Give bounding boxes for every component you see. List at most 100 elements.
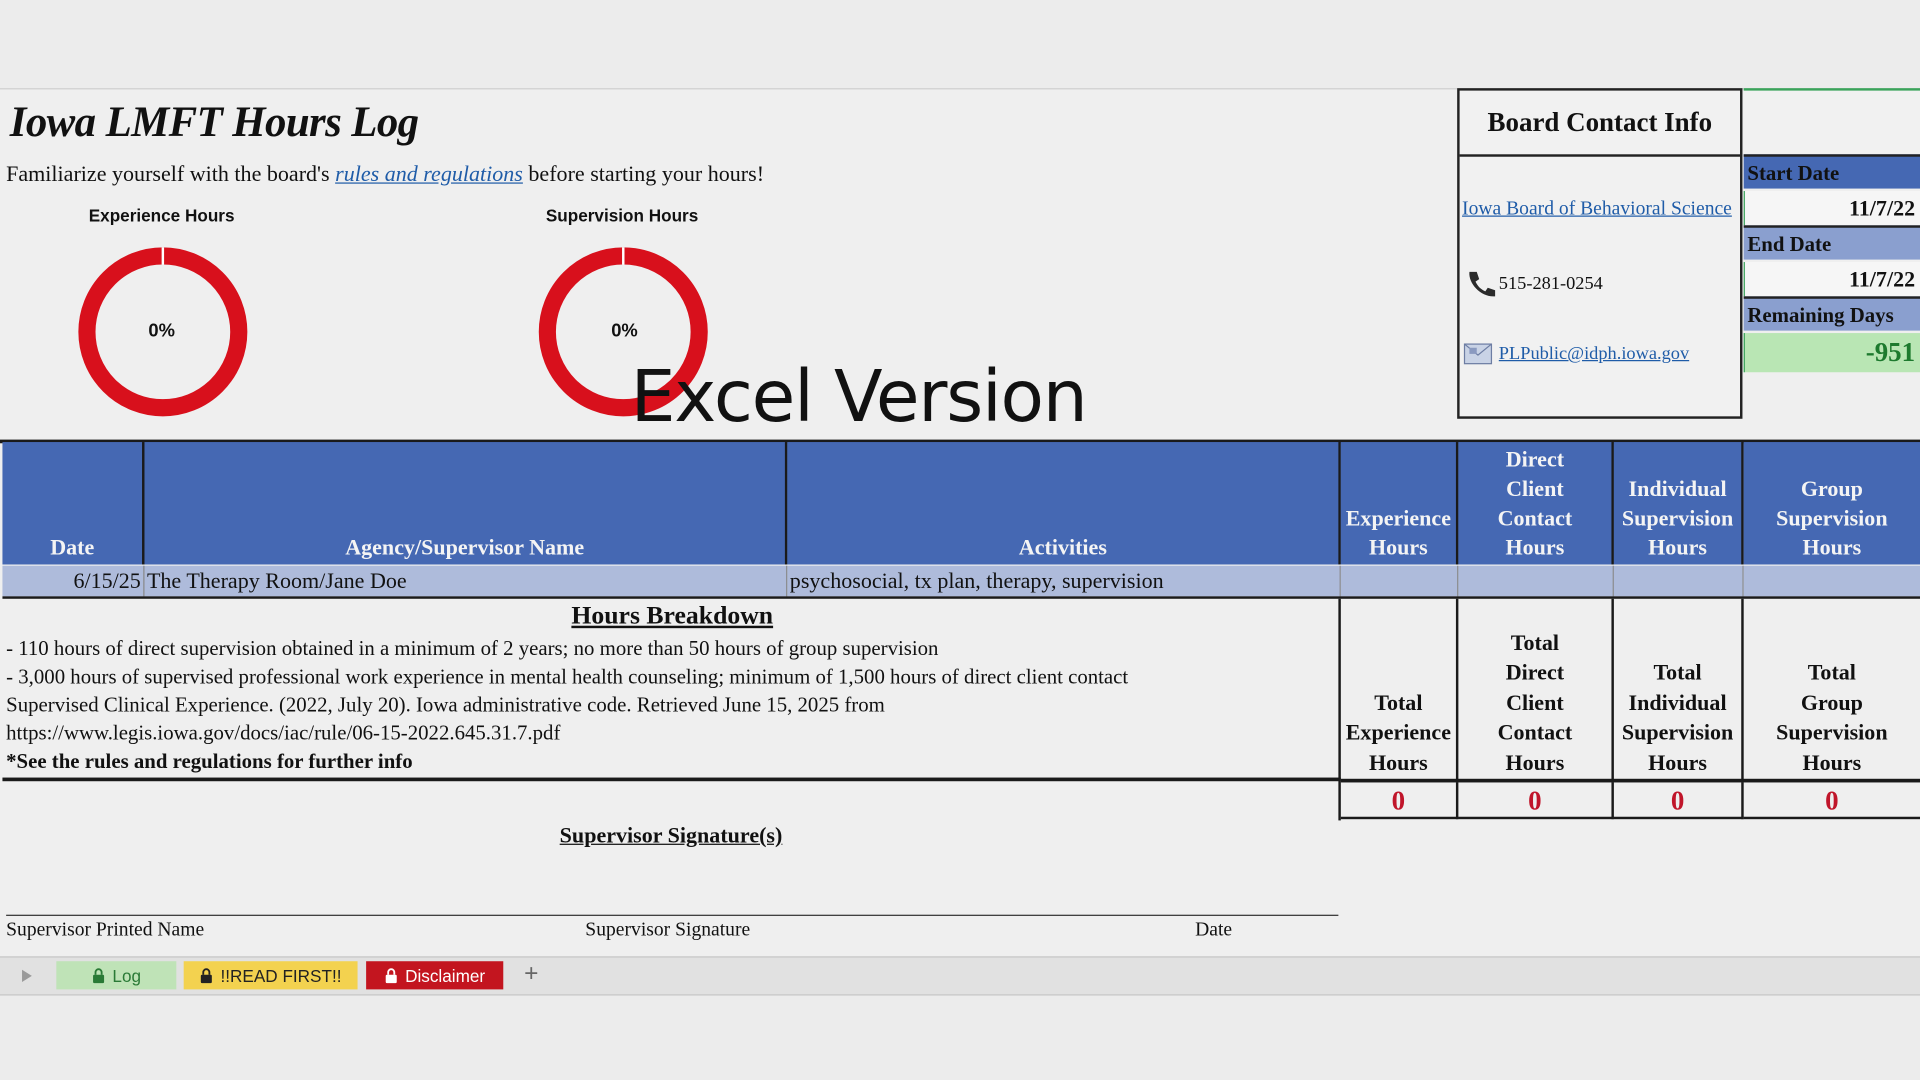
email-icon xyxy=(1463,343,1493,365)
total-group-line: Supervision xyxy=(1776,720,1888,745)
col-header-group-line: Supervision xyxy=(1776,505,1888,531)
col-header-individual-line: Supervision xyxy=(1621,505,1734,531)
supervision-gauge-label: Supervision Hours xyxy=(545,205,699,226)
row-activities-cell[interactable]: psychosocial, tx plan, therapy, supervis… xyxy=(787,565,1341,597)
remaining-days-value: -951 xyxy=(1743,333,1920,373)
col-header-date-text: Date xyxy=(50,535,95,560)
lock-icon xyxy=(92,968,104,984)
total-experience-value: 0 xyxy=(1340,782,1459,820)
start-date-value[interactable]: 11/7/22 xyxy=(1743,191,1920,226)
total-direct-line: Total xyxy=(1510,630,1559,655)
breakdown-line: Supervised Clinical Experience. (2022, J… xyxy=(6,693,885,717)
total-experience-line: Experience xyxy=(1345,720,1452,745)
lock-icon xyxy=(200,968,212,984)
sheet-tab-read-first-label: !!READ FIRST!! xyxy=(220,965,342,986)
add-sheet-button[interactable]: + xyxy=(524,960,538,988)
col-header-experience[interactable]: Experience Hours xyxy=(1340,442,1459,565)
breakdown-line: https://www.legis.iowa.gov/docs/iac/rule… xyxy=(6,721,561,745)
col-header-activities-text: Activities xyxy=(1018,535,1107,560)
total-group-line: Hours xyxy=(1802,750,1862,775)
sheet-tab-disclaimer[interactable]: Disclaimer xyxy=(366,961,504,990)
row-individual-cell[interactable] xyxy=(1613,565,1744,597)
email-link[interactable]: PLPublic@idph.iowa.gov xyxy=(1499,344,1689,365)
col-header-direct-line: Client xyxy=(1506,476,1564,501)
date-panel-top xyxy=(1743,88,1920,155)
total-group-value: 0 xyxy=(1743,782,1920,820)
rules-link[interactable]: rules and regulations xyxy=(335,162,523,186)
total-direct-line: Hours xyxy=(1505,750,1565,775)
sheet-tab-read-first[interactable]: !!READ FIRST!! xyxy=(183,961,358,990)
total-experience-header: Total Experience Hours xyxy=(1341,598,1459,781)
sheet-tab-bar: Log !!READ FIRST!! Disclaimer + xyxy=(0,956,1920,996)
total-direct-line: Client xyxy=(1506,690,1564,715)
end-date-value[interactable]: 11/7/22 xyxy=(1743,262,1920,297)
hours-breakdown-title: Hours Breakdown xyxy=(571,600,774,630)
supervisor-signature-label: Supervisor Signature xyxy=(585,919,751,941)
row-direct-cell[interactable] xyxy=(1458,565,1614,597)
col-header-group-line: Group xyxy=(1800,476,1863,501)
total-direct-header: Total Direct Client Contact Hours xyxy=(1458,598,1614,781)
scroll-right-icon[interactable] xyxy=(20,969,35,984)
board-contact-box: Board Contact Info Iowa Board of Behavio… xyxy=(1457,88,1743,419)
total-individual-header: Total Individual Supervision Hours xyxy=(1614,598,1744,781)
col-header-direct-line: Direct xyxy=(1505,446,1565,472)
start-date-label: Start Date xyxy=(1743,154,1920,189)
col-header-experience-line: Hours xyxy=(1368,535,1428,560)
end-date-label: End Date xyxy=(1743,225,1920,260)
col-header-direct-line: Hours xyxy=(1505,535,1565,560)
total-direct-line: Contact xyxy=(1497,720,1573,745)
total-individual-line: Supervision xyxy=(1621,720,1734,745)
signature-line xyxy=(6,914,1339,916)
total-individual-line: Total xyxy=(1653,660,1702,685)
col-header-experience-line: Experience xyxy=(1345,505,1452,531)
total-experience-line: Hours xyxy=(1368,750,1428,775)
breakdown-line: - 3,000 hours of supervised professional… xyxy=(6,664,1129,689)
supervision-gauge-percent: 0% xyxy=(611,320,638,342)
phone-icon xyxy=(1469,271,1496,297)
spreadsheet-window: Iowa LMFT Hours Log Familiarize yourself… xyxy=(0,0,1920,1080)
col-header-direct-line: Contact xyxy=(1497,505,1573,531)
signature-date-label: Date xyxy=(1195,919,1233,941)
breakdown-bottom-border xyxy=(2,777,1341,782)
total-individual-value: 0 xyxy=(1613,782,1744,820)
total-individual-line: Individual xyxy=(1628,690,1727,715)
breakdown-note: *See the rules and regulations for furth… xyxy=(6,749,413,773)
col-header-group[interactable]: Group Supervision Hours xyxy=(1743,442,1920,565)
total-group-header: Total Group Supervision Hours xyxy=(1744,599,1920,780)
sheet-tab-disclaimer-label: Disclaimer xyxy=(405,965,486,986)
col-header-agency-text: Agency/Supervisor Name xyxy=(345,535,585,560)
lock-icon xyxy=(385,968,397,984)
remaining-days-label: Remaining Days xyxy=(1743,296,1920,331)
subtitle-text-before: Familiarize yourself with the board's xyxy=(6,161,330,187)
supervisor-printed-name-label: Supervisor Printed Name xyxy=(6,919,205,941)
total-group-line: Group xyxy=(1800,690,1863,715)
page-title: Iowa LMFT Hours Log xyxy=(9,97,419,146)
total-group-line: Total xyxy=(1807,660,1856,685)
experience-gauge-percent: 0% xyxy=(148,320,175,342)
total-direct-value: 0 xyxy=(1458,782,1614,820)
row-date-cell[interactable]: 6/15/25 xyxy=(2,565,145,597)
board-contact-heading: Board Contact Info xyxy=(1459,91,1741,157)
excel-version-overlay: Excel Version xyxy=(630,355,1088,439)
sheet-tab-log-label: Log xyxy=(112,965,142,986)
row-experience-cell[interactable] xyxy=(1340,565,1459,597)
total-experience-line: Total xyxy=(1374,690,1423,715)
col-header-activities[interactable]: Activities xyxy=(787,442,1341,565)
breakdown-line: - 110 hours of direct supervision obtain… xyxy=(6,636,939,661)
experience-gauge-label: Experience Hours xyxy=(88,205,235,226)
subtitle-text-after: before starting your hours! xyxy=(528,161,765,187)
col-header-agency[interactable]: Agency/Supervisor Name xyxy=(144,442,788,565)
subtitle: Familiarize yourself with the board's ru… xyxy=(6,162,764,188)
supervisor-signature-title: Supervisor Signature(s) xyxy=(559,822,783,848)
total-individual-line: Hours xyxy=(1648,750,1707,775)
phone-number: 515-281-0254 xyxy=(1498,274,1603,294)
row-agency-cell[interactable]: The Therapy Room/Jane Doe xyxy=(144,565,788,597)
board-link[interactable]: Iowa Board of Behavioral Science xyxy=(1462,198,1732,220)
row-group-cell[interactable] xyxy=(1743,565,1920,597)
total-direct-line: Direct xyxy=(1505,660,1565,685)
col-header-direct[interactable]: Direct Client Contact Hours xyxy=(1458,442,1614,565)
col-header-individual[interactable]: Individual Supervision Hours xyxy=(1613,442,1744,565)
col-header-date[interactable]: Date xyxy=(2,442,145,565)
sheet-tab-log[interactable]: Log xyxy=(56,961,177,990)
col-header-individual-line: Hours xyxy=(1648,535,1707,560)
